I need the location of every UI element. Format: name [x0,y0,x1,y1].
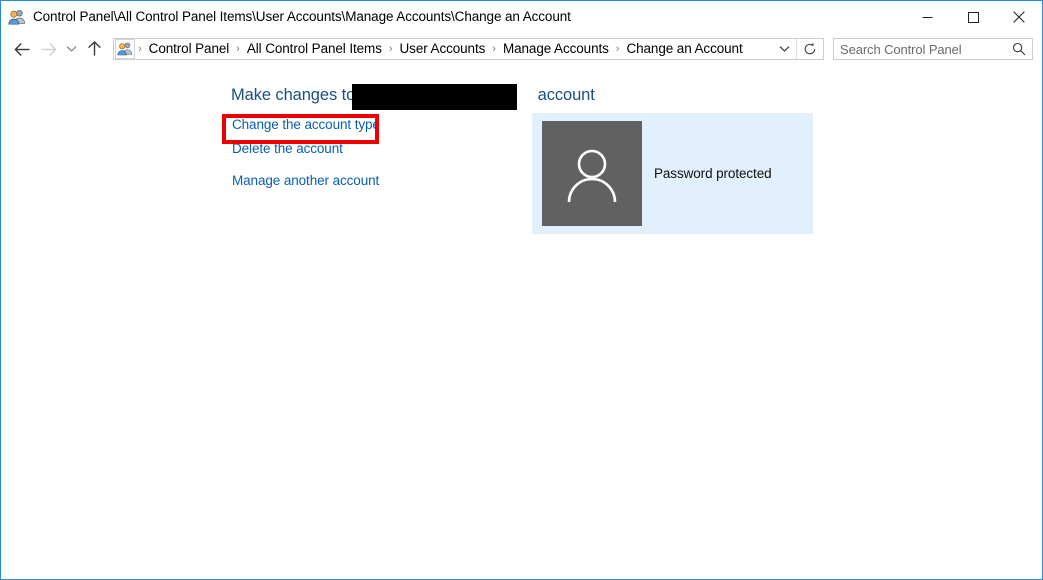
user-avatar-icon [561,143,623,205]
manage-another-account-link[interactable]: Manage another account [232,173,379,189]
account-status-label: Password protected [654,166,772,181]
maximize-icon [968,12,979,23]
user-accounts-icon [8,8,26,26]
title-bar[interactable]: Control Panel\All Control Panel Items\Us… [1,1,1042,33]
window-controls [904,1,1042,33]
close-icon [1013,11,1025,23]
breadcrumb-all-control-panel-items[interactable]: All Control Panel Items [241,39,388,59]
previous-locations-button[interactable] [772,39,796,59]
navigation-bar: › Control Panel › All Control Panel Item… [2,33,1042,65]
search-icon[interactable] [1006,39,1032,59]
user-accounts-icon [115,39,135,59]
breadcrumb-manage-accounts[interactable]: Manage Accounts [497,39,615,59]
chevron-down-icon [779,45,790,53]
search-box[interactable] [833,38,1033,60]
recent-locations-button[interactable] [61,36,81,62]
minimize-button[interactable] [904,1,950,33]
change-account-type-link[interactable]: Change the account type [232,117,380,133]
breadcrumb-control-panel[interactable]: Control Panel [143,39,236,59]
forward-button[interactable] [35,36,61,62]
refresh-icon [803,42,817,56]
delete-account-link[interactable]: Delete the account [232,141,343,157]
account-tile[interactable]: Password protected [532,113,813,234]
refresh-button[interactable] [796,39,823,59]
maximize-button[interactable] [950,1,996,33]
minimize-icon [922,12,933,23]
chevron-down-icon [66,45,77,53]
back-arrow-icon [14,42,31,57]
up-arrow-icon [87,41,102,57]
breadcrumb-change-an-account[interactable]: Change an Account [620,39,748,59]
page-title-prefix: Make changes to [231,86,355,104]
avatar [542,121,642,226]
up-level-button[interactable] [81,36,107,62]
window-title: Control Panel\All Control Panel Items\Us… [33,10,571,24]
control-panel-window: Control Panel\All Control Panel Items\Us… [0,0,1043,580]
breadcrumb-user-accounts[interactable]: User Accounts [394,39,492,59]
page-title-suffix: account [538,86,595,104]
address-bar[interactable]: › Control Panel › All Control Panel Item… [113,38,824,60]
forward-arrow-icon [40,42,57,57]
close-button[interactable] [996,1,1042,33]
redacted-account-name [352,84,517,110]
back-button[interactable] [9,36,35,62]
content-area: Make changes to account Change the accou… [2,65,1042,579]
search-input[interactable] [840,42,1006,57]
